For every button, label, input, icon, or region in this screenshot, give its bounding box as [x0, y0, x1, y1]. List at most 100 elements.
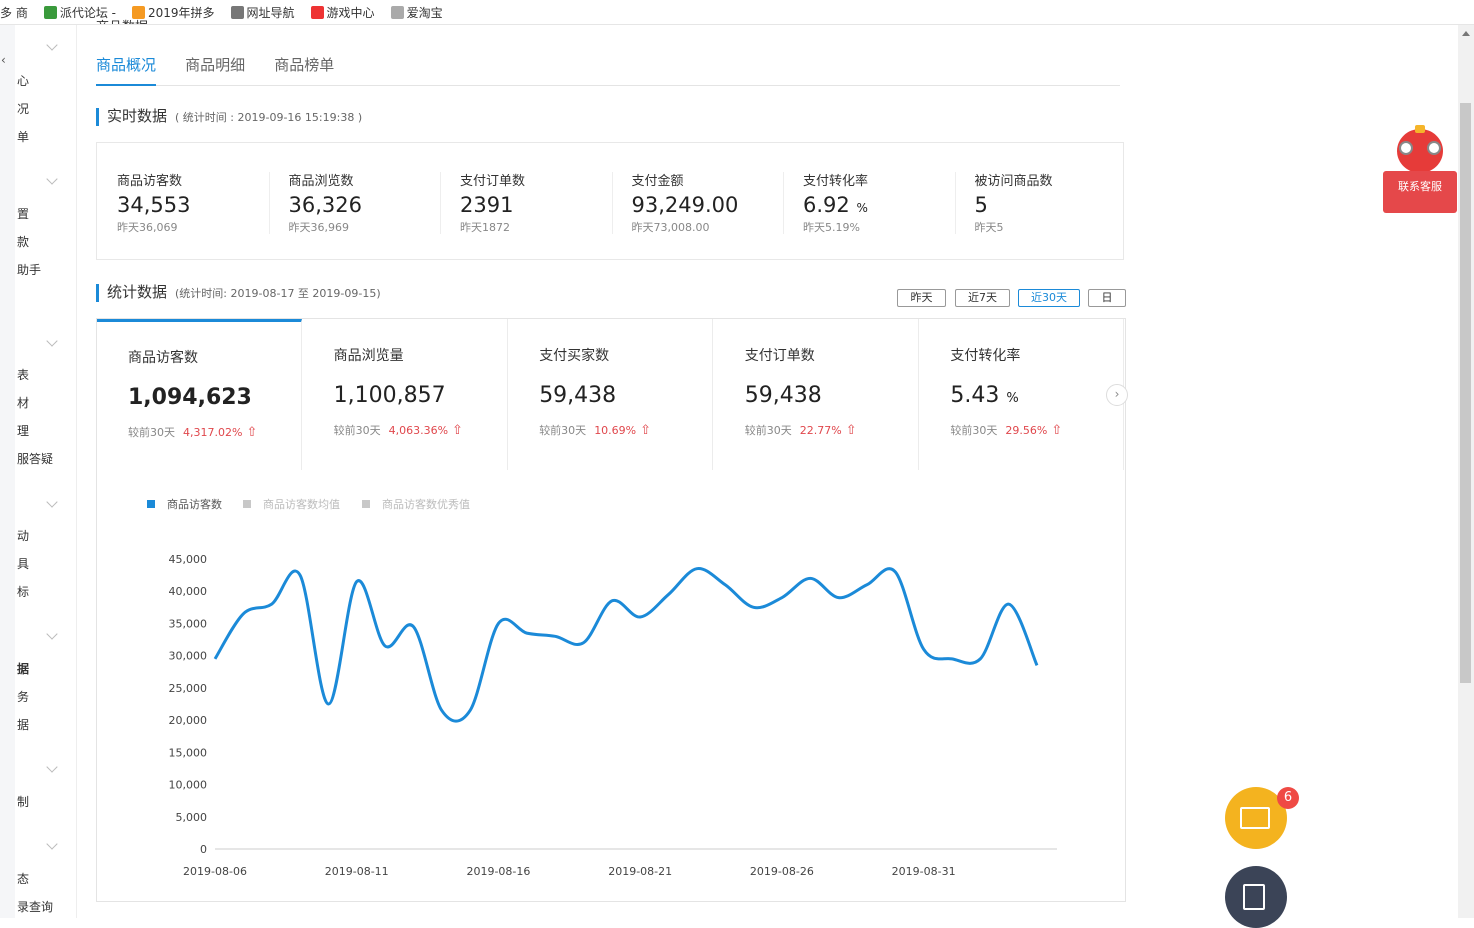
metric-value: 93,249.00: [632, 193, 782, 217]
range-30d-button[interactable]: 近30天: [1018, 289, 1080, 307]
range-yesterday-button[interactable]: 昨天: [897, 289, 946, 307]
y-tick-label: 30,000: [169, 650, 208, 663]
divider: [269, 172, 270, 234]
sidebar-item[interactable]: 服答疑: [17, 450, 53, 467]
bookmark-label: 爱淘宝: [407, 4, 443, 21]
customer-service-widget[interactable]: 联系客服: [1383, 125, 1457, 213]
chevron-down-icon[interactable]: [46, 838, 57, 849]
stat-card[interactable]: 支付买家数59,438 较前30天10.69%⇧: [508, 319, 713, 470]
metric-number: 34,553: [117, 193, 190, 217]
compare-percent: 22.77%: [800, 424, 842, 437]
back-arrow-icon[interactable]: ‹: [1, 53, 6, 67]
stat-value: 5.43 %: [950, 383, 1123, 408]
sidebar-item[interactable]: 助手: [17, 261, 41, 278]
stat-value: 1,100,857: [334, 383, 507, 408]
sidebar-item[interactable]: 务: [17, 688, 29, 705]
range-day-button[interactable]: 日: [1088, 289, 1126, 307]
realtime-metric: 被访问商品数5 昨天5: [975, 170, 1125, 235]
stats-note: (统计时间: 2019-08-17 至 2019-09-15): [175, 287, 381, 300]
chevron-down-icon[interactable]: [46, 335, 57, 346]
sidebar-item[interactable]: 心: [17, 72, 29, 89]
tab-ranking[interactable]: 商品榜单: [274, 52, 334, 84]
bookmark-item[interactable]: 网址导航: [231, 4, 295, 21]
cards-next-icon[interactable]: ›: [1106, 384, 1128, 406]
stat-label: 商品访客数: [128, 347, 301, 367]
sidebar-item[interactable]: 标: [17, 583, 29, 600]
stat-compare: 较前30天4,063.36%⇧: [334, 422, 507, 438]
realtime-panel: 商品访客数34,553 昨天36,069商品浏览数36,326 昨天36,969…: [96, 142, 1124, 260]
sidebar-item[interactable]: 据: [17, 716, 29, 733]
divider: [955, 172, 956, 234]
chevron-down-icon[interactable]: [46, 761, 57, 772]
arrow-up-icon: ⇧: [246, 425, 257, 440]
divider: [783, 172, 784, 234]
sidebar-item[interactable]: 理: [17, 422, 29, 439]
chevron-down-icon[interactable]: [46, 496, 57, 507]
sidebar-item[interactable]: 款: [17, 233, 29, 250]
bookmark-item[interactable]: 游戏中心: [311, 4, 375, 21]
stat-compare: 较前30天4,317.02%⇧: [128, 424, 301, 440]
chevron-down-icon[interactable]: [46, 173, 57, 184]
sidebar-item[interactable]: 据: [17, 660, 29, 677]
compare-percent: 4,063.36%: [389, 424, 448, 437]
compare-label: 较前30天: [539, 424, 586, 437]
legend-swatch: [243, 500, 251, 508]
stat-card[interactable]: 支付订单数59,438 较前30天22.77%⇧: [714, 319, 919, 470]
y-tick-label: 10,000: [169, 779, 208, 792]
realtime-metric: 商品访客数34,553 昨天36,069: [117, 170, 267, 235]
compare-percent: 29.56%: [1005, 424, 1047, 437]
y-tick-label: 35,000: [169, 617, 208, 630]
scroll-up-icon[interactable]: [1462, 31, 1470, 36]
game-icon: [311, 6, 324, 19]
scrollbar-thumb[interactable]: [1460, 103, 1471, 683]
legend-label: 商品访客数: [167, 497, 222, 511]
legend-label: 商品访客数均值: [263, 497, 340, 511]
tab-bar: 商品概况 商品明细 商品榜单: [96, 52, 1120, 86]
sidebar-item[interactable]: 动: [17, 527, 29, 544]
stat-card[interactable]: 商品访客数 1,094,623 较前30天4,317.02%⇧: [97, 319, 302, 470]
sidebar-item[interactable]: 态: [17, 870, 29, 887]
metric-yesterday: 昨天5.19%: [803, 219, 953, 235]
bookmarks-bar: 多 商派代论坛 -2019年拼多网址导航游戏中心爱淘宝: [0, 0, 1474, 25]
edit-icon: [1243, 884, 1265, 910]
sidebar-item[interactable]: 材: [17, 394, 29, 411]
scrollbar[interactable]: [1458, 25, 1474, 918]
realtime-metric: 支付金额93,249.00 昨天73,008.00: [632, 170, 782, 235]
feedback-button[interactable]: [1225, 866, 1287, 928]
sidebar-item[interactable]: 制: [17, 793, 29, 810]
compare-label: 较前30天: [745, 424, 792, 437]
divider: [440, 172, 441, 234]
y-tick-label: 40,000: [169, 585, 208, 598]
stat-number: 1,094,623: [128, 385, 252, 410]
metric-label: 支付订单数: [460, 170, 610, 189]
bookmark-item[interactable]: 多 商: [0, 4, 28, 21]
tab-details[interactable]: 商品明细: [185, 52, 245, 84]
sidebar-item[interactable]: 置: [17, 205, 29, 222]
metric-value: 6.92 %: [803, 193, 953, 217]
stat-value: 59,438: [539, 383, 712, 408]
chevron-down-icon[interactable]: [46, 39, 57, 50]
sidebar-item[interactable]: 况: [17, 100, 29, 117]
metric-yesterday: 昨天73,008.00: [632, 219, 782, 235]
sidebar-item[interactable]: 单: [17, 128, 29, 145]
arrow-up-icon: ⇧: [640, 423, 651, 438]
bookmark-item[interactable]: 爱淘宝: [391, 4, 443, 21]
range-7d-button[interactable]: 近7天: [955, 289, 1010, 307]
sidebar-item[interactable]: 表: [17, 366, 29, 383]
contact-service-button[interactable]: 联系客服: [1383, 171, 1457, 213]
stat-number: 59,438: [539, 383, 616, 408]
metric-label: 被访问商品数: [975, 170, 1125, 189]
bookmark-label: 2019年拼多: [148, 4, 215, 21]
metric-number: 6.92: [803, 193, 850, 217]
tab-overview[interactable]: 商品概况: [96, 52, 156, 86]
y-tick-label: 45,000: [169, 553, 208, 566]
compare-percent: 10.69%: [594, 424, 636, 437]
x-tick-label: 2019-08-26: [750, 865, 814, 878]
chevron-down-icon[interactable]: [46, 628, 57, 639]
sidebar-item[interactable]: 具: [17, 555, 29, 572]
metric-number: 36,326: [289, 193, 362, 217]
metric-value: 2391: [460, 193, 610, 217]
sidebar-item[interactable]: 录查询: [17, 898, 53, 915]
stat-card[interactable]: 商品浏览量1,100,857 较前30天4,063.36%⇧: [303, 319, 508, 470]
stat-card[interactable]: 支付转化率5.43 %较前30天29.56%⇧: [919, 319, 1124, 470]
